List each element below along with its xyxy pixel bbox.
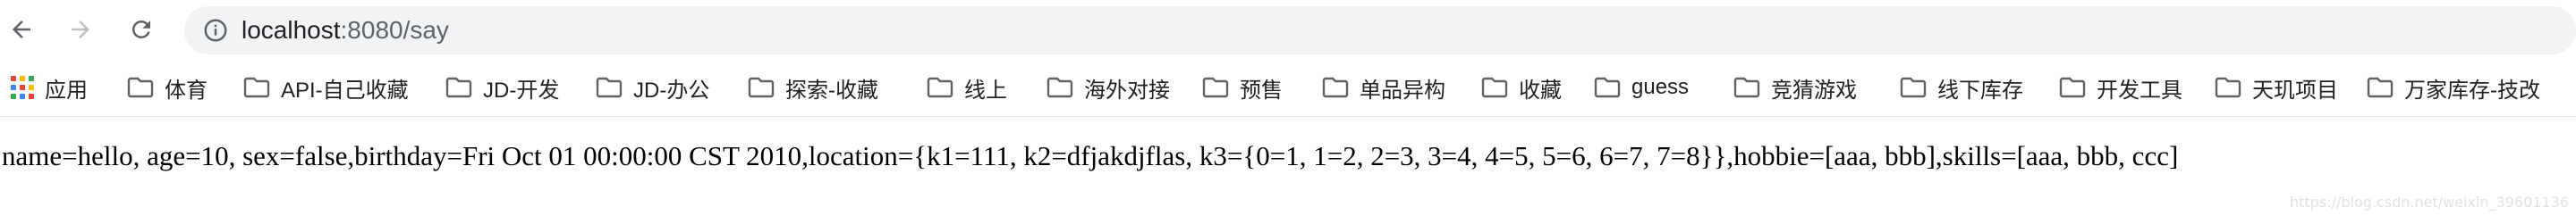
folder-icon <box>2215 77 2241 98</box>
bookmark-folder[interactable]: 天玑项目 <box>2215 71 2338 104</box>
bookmark-apps[interactable]: 应用 <box>11 71 88 104</box>
bookmark-label: 应用 <box>45 78 88 103</box>
bookmark-label: JD-开发 <box>483 78 560 103</box>
folder-icon <box>127 77 154 98</box>
bookmark-folder[interactable]: 探索-收藏 <box>748 71 878 104</box>
bookmark-folder[interactable]: 万家库存-技改 <box>2367 71 2540 104</box>
folder-icon <box>748 77 775 98</box>
folder-icon <box>1733 77 1760 98</box>
watermark-text: https://blog.csdn.net/weixin_39601136 <box>2289 194 2569 211</box>
bookmark-label: JD-办公 <box>633 78 710 103</box>
bookmark-folder[interactable]: JD-办公 <box>596 71 709 104</box>
info-icon[interactable] <box>202 17 229 44</box>
bookmark-label: 万家库存-技改 <box>2404 78 2540 103</box>
arrow-right-icon <box>72 21 89 38</box>
bookmark-folder[interactable]: 线上 <box>927 71 1007 104</box>
bookmark-label: 线上 <box>964 78 1007 103</box>
url-text[interactable]: localhost:8080/say <box>242 16 449 45</box>
folder-icon <box>596 77 623 98</box>
folder-icon <box>1322 77 1349 98</box>
bookmark-folder[interactable]: 单品异构 <box>1322 71 1445 104</box>
arrow-left-icon <box>13 21 30 38</box>
bookmark-folder[interactable]: guess <box>1594 71 1689 104</box>
bookmark-label: 竞猜游戏 <box>1771 78 1857 103</box>
reload-icon <box>131 20 150 38</box>
folder-icon <box>1046 77 1073 98</box>
response-text: name=hello, age=10, sex=false,birthday=F… <box>2 140 2179 171</box>
folder-icon <box>1900 77 1927 98</box>
bookmark-folder[interactable]: 收藏 <box>1481 71 1562 104</box>
url-port-path: :8080/say <box>340 16 449 44</box>
bookmark-label: API-自己收藏 <box>281 78 409 103</box>
browser-window: localhost:8080/say 应用 体育 API-自己收藏 JD-开发 JD-… <box>0 0 2576 216</box>
bookmark-label: 线下库存 <box>1937 78 2023 103</box>
forward-button[interactable] <box>63 12 98 47</box>
toolbar-divider <box>0 116 2576 117</box>
address-bar[interactable]: localhost:8080/say <box>184 6 2576 54</box>
folder-icon <box>2059 77 2086 98</box>
bookmark-label: 预售 <box>1240 78 1283 103</box>
bookmark-folder[interactable]: 线下库存 <box>1900 71 2023 104</box>
back-button[interactable] <box>4 12 39 47</box>
url-host: localhost <box>242 16 341 44</box>
folder-icon <box>927 77 953 98</box>
folder-icon <box>2367 77 2394 98</box>
bookmark-label: 天玑项目 <box>2252 78 2338 103</box>
bookmark-folder[interactable]: 预售 <box>1202 71 1283 104</box>
browser-toolbar: localhost:8080/say <box>0 0 2576 59</box>
bookmark-label: 单品异构 <box>1360 78 1445 103</box>
bookmark-label: 开发工具 <box>2097 78 2182 103</box>
reload-button[interactable] <box>123 12 159 47</box>
bookmarks-bar: 应用 体育 API-自己收藏 JD-开发 JD-办公 探索-收藏 线上 海外对接 预售 单品异构… <box>0 59 2576 116</box>
bookmark-folder[interactable]: 开发工具 <box>2059 71 2182 104</box>
folder-icon <box>243 77 270 98</box>
apps-grid-icon <box>11 76 34 99</box>
bookmark-label: guess <box>1631 75 1690 99</box>
bookmark-label: 海外对接 <box>1084 78 1170 103</box>
bookmark-label: 收藏 <box>1519 78 1562 103</box>
folder-icon <box>445 77 472 98</box>
bookmark-label: 体育 <box>165 78 208 103</box>
bookmark-folder[interactable]: 海外对接 <box>1046 71 1170 104</box>
bookmark-folder[interactable]: JD-开发 <box>445 71 559 104</box>
bookmark-label: 探索-收藏 <box>785 78 878 103</box>
folder-icon <box>1481 77 1508 98</box>
bookmark-folder[interactable]: 竞猜游戏 <box>1733 71 1857 104</box>
bookmark-folder[interactable]: API-自己收藏 <box>243 71 409 104</box>
folder-icon <box>1202 77 1229 98</box>
bookmark-folder[interactable]: 体育 <box>127 71 208 104</box>
folder-icon <box>1594 77 1621 98</box>
